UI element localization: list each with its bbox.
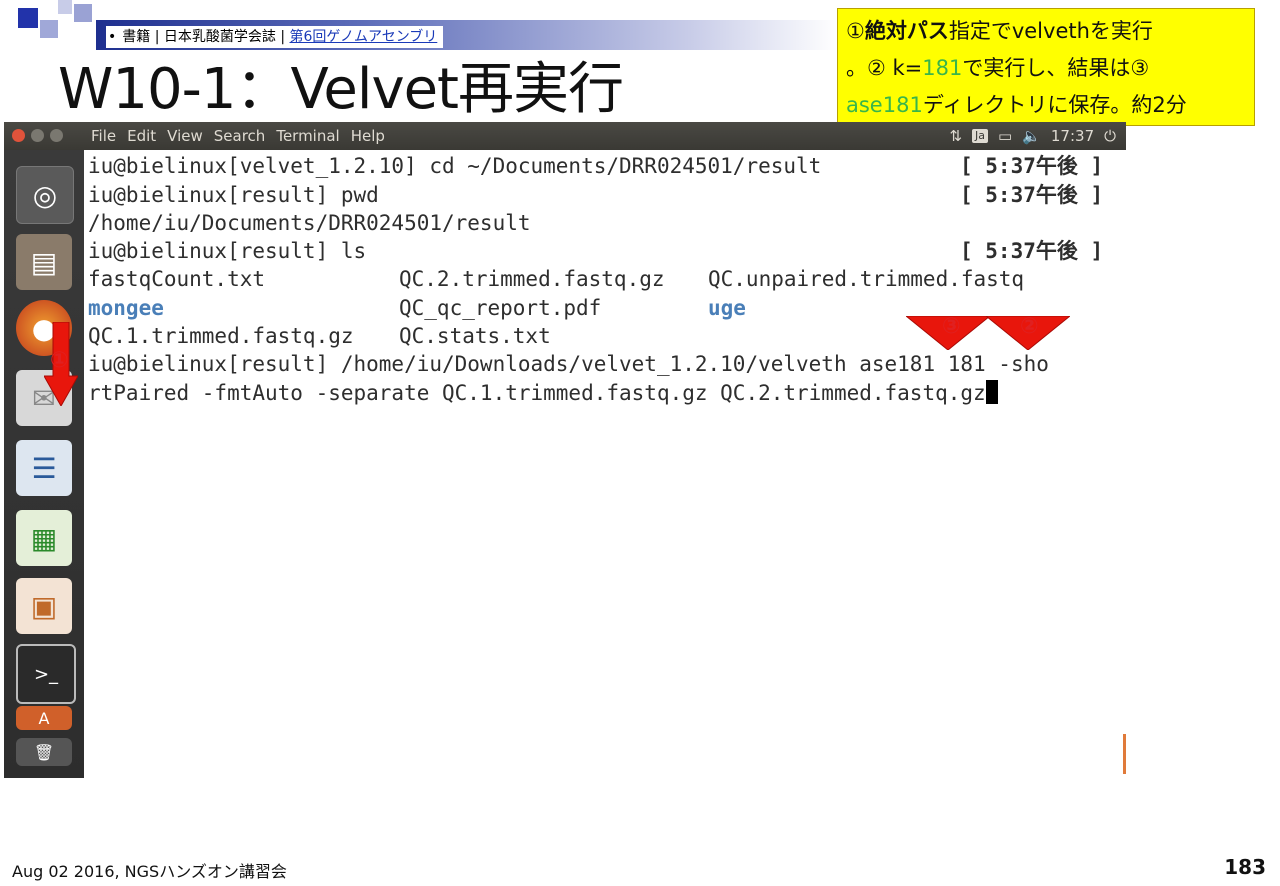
page-number: 183	[1224, 855, 1266, 879]
callout-dir-name: ase181	[846, 93, 923, 117]
files-icon[interactable]: ▤	[16, 234, 72, 290]
term-time-2: [ 5:37午後 ]	[960, 183, 1104, 207]
menu-file[interactable]: File	[91, 127, 116, 145]
deco-square-4	[74, 4, 92, 22]
callout-text-2a: 。② k=	[846, 56, 923, 80]
ubuntu-dash-icon[interactable]: ◎	[16, 166, 74, 224]
annotation-num-3: ③	[942, 314, 961, 339]
term-time-4: [ 5:37午後 ]	[960, 239, 1104, 263]
terminal-window: File Edit View Search Terminal Help ⇅ Ja ▭ 🔈 …	[4, 122, 1126, 778]
callout-k-value: 181	[922, 56, 963, 80]
terminal-content[interactable]: iu@bielinux[velvet_1.2.10] cd ~/Document…	[84, 150, 1126, 778]
cmd-line-2-text: rtPaired -fmtAuto -separate QC.1.trimmed…	[88, 381, 986, 405]
callout-num-1: ①	[846, 19, 865, 43]
impress-icon[interactable]: ▣	[16, 578, 72, 634]
network-icon[interactable]: ⇅	[949, 122, 962, 150]
menu-bar: File Edit View Search Terminal Help	[91, 122, 396, 150]
deco-square-1	[18, 8, 38, 28]
menu-search[interactable]: Search	[214, 127, 266, 145]
ref-text: 書籍 | 日本乳酸菌学会誌 |	[122, 29, 290, 45]
footer-left: Aug 02 2016, NGSハンズオン講習会	[12, 862, 287, 881]
term-line-4: iu@bielinux[result] ls	[88, 237, 366, 265]
callout-text-3: ディレクトリに保存。約2分	[922, 93, 1187, 117]
callout-text-2b: で実行し、結果は③	[962, 56, 1150, 80]
ls-row-2-col-1: mongee	[88, 296, 164, 320]
ls-row-1-col-1: fastqCount.txt	[88, 267, 266, 291]
text-cursor	[985, 380, 998, 404]
term-line-1: iu@bielinux[velvet_1.2.10] cd ~/Document…	[88, 152, 821, 180]
launcher: ◎ ▤ ● ✉ ☰ ▦ ▣ >_ A 🗑	[4, 150, 84, 778]
ls-row-1-col-3: QC.unpaired.trimmed.fastq	[708, 267, 1025, 291]
volume-icon[interactable]: 🔈	[1022, 122, 1041, 150]
term-line-3: /home/iu/Documents/DRR024501/result	[88, 209, 531, 237]
ls-row-2-col-3: uge	[708, 296, 746, 320]
deco-square-2	[40, 20, 58, 38]
cmd-line-2: rtPaired -fmtAuto -separate QC.1.trimmed…	[88, 379, 998, 407]
power-icon[interactable]: ⏻	[1104, 122, 1116, 150]
clock[interactable]: 17:37	[1051, 122, 1094, 150]
reference-line: • 書籍 | 日本乳酸菌学会誌 | 第6回ゲノムアセンブリ	[106, 26, 444, 48]
ref-link[interactable]: 第6回ゲノムアセンブリ	[290, 29, 438, 45]
annotation-num-2: ②	[1020, 314, 1039, 339]
callout-bold: 絶対パス	[864, 19, 949, 43]
callout-box: ①絶対パス指定でvelvethを実行 。② k=181で実行し、結果は③ ase…	[837, 8, 1255, 126]
menu-terminal[interactable]: Terminal	[276, 127, 339, 145]
term-text-3: /home/iu/Documents/DRR024501/result	[88, 211, 531, 235]
annotation-num-1: ①	[50, 348, 69, 373]
ls-row-1-col-2: QC.2.trimmed.fastq.gz	[399, 267, 665, 291]
term-line-2: iu@bielinux[result] pwd	[88, 181, 379, 209]
callout-line-2: 。② k=181で実行し、結果は③	[846, 50, 1246, 87]
term-time-1: [ 5:37午後 ]	[960, 154, 1104, 178]
writer-icon[interactable]: ☰	[16, 440, 72, 496]
callout-text-1: 指定でvelvethを実行	[948, 19, 1153, 43]
ref-bullet: •	[108, 29, 117, 45]
callout-line-1: ①絶対パス指定でvelvethを実行	[846, 13, 1246, 50]
calc-icon[interactable]: ▦	[16, 510, 72, 566]
menu-view[interactable]: View	[167, 127, 203, 145]
term-text-1: iu@bielinux[velvet_1.2.10] cd ~/Document…	[88, 154, 822, 178]
menu-edit[interactable]: Edit	[127, 127, 156, 145]
ime-indicator[interactable]: Ja	[972, 129, 989, 143]
term-text-4: iu@bielinux[result] ls	[88, 239, 367, 263]
system-tray: ⇅ Ja ▭ 🔈 17:37 ⏻	[949, 122, 1116, 150]
trash-icon[interactable]: 🗑	[16, 738, 72, 766]
close-button[interactable]	[12, 129, 25, 142]
window-titlebar: File Edit View Search Terminal Help ⇅ Ja ▭ 🔈 …	[4, 122, 1126, 150]
deco-square-3	[58, 0, 72, 14]
menu-help[interactable]: Help	[351, 127, 385, 145]
ls-row-3-col-2: QC.stats.txt	[399, 324, 551, 348]
maximize-button[interactable]	[50, 129, 63, 142]
minimize-button[interactable]	[31, 129, 44, 142]
ls-row-2-col-2: QC_qc_report.pdf	[399, 296, 602, 320]
battery-icon[interactable]: ▭	[998, 122, 1012, 150]
callout-line-3: ase181ディレクトリに保存。約2分	[846, 87, 1246, 124]
terminal-icon[interactable]: >_	[16, 644, 76, 704]
cmd-line-1: iu@bielinux[result] /home/iu/Downloads/v…	[88, 352, 1049, 376]
ls-row-3-col-1: QC.1.trimmed.fastq.gz	[88, 324, 354, 348]
scrollbar[interactable]	[1123, 734, 1126, 774]
term-text-2: iu@bielinux[result] pwd	[88, 183, 379, 207]
slide-title: W10-1：Velvet再実行	[58, 57, 624, 122]
software-icon[interactable]: A	[16, 706, 72, 730]
